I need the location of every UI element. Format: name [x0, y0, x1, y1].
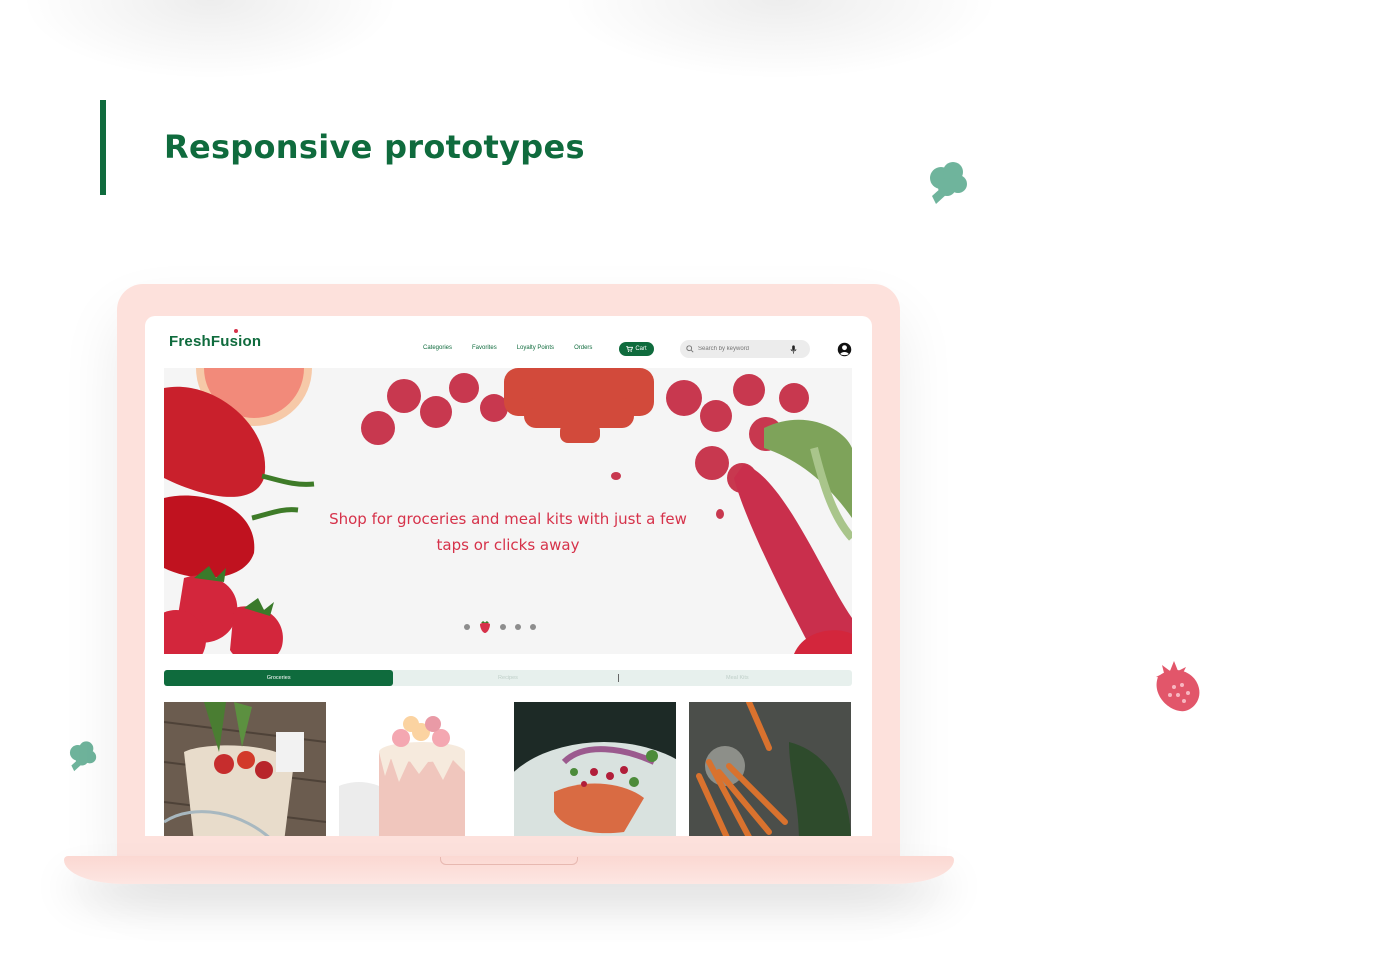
carousel-dot-3[interactable]	[500, 624, 506, 630]
cart-label: Cart	[635, 346, 647, 352]
tab-meal-kits[interactable]: Meal Kits	[623, 670, 852, 686]
product-cards	[164, 702, 852, 836]
nav-orders[interactable]: Orders	[574, 345, 592, 351]
card-layer-cake[interactable]	[339, 702, 501, 836]
cart-button[interactable]: Cart	[619, 342, 654, 356]
cart-icon	[626, 346, 634, 352]
card-salmon-dish[interactable]	[514, 702, 676, 836]
search-input[interactable]	[698, 346, 786, 352]
strawberry-icon	[1148, 655, 1204, 722]
tab-divider	[618, 674, 619, 682]
card-grocery-bag[interactable]	[164, 702, 326, 836]
logo-accent-dot	[234, 329, 238, 333]
site-logo[interactable]: FreshFusion	[169, 333, 261, 350]
top-shadow-right	[560, 0, 1000, 80]
grocery-bag-image	[164, 702, 326, 836]
tab-recipes[interactable]: Recipes	[393, 670, 622, 686]
profile-icon[interactable]	[837, 342, 852, 357]
microphone-icon[interactable]	[790, 344, 797, 354]
hero-banner: Shop for groceries and meal kits with ju…	[164, 368, 852, 654]
tab-groceries[interactable]: Groceries	[164, 670, 394, 686]
laptop-screen: FreshFusion Categories Favorites Loyalty…	[145, 316, 872, 836]
search-bar	[680, 340, 810, 358]
nav-categories[interactable]: Categories	[423, 345, 452, 351]
site-navbar: FreshFusion Categories Favorites Loyalty…	[145, 316, 872, 368]
salmon-dish-image	[514, 702, 676, 836]
broccoli-icon	[924, 160, 970, 213]
broccoli-icon	[65, 740, 99, 779]
layer-cake-image	[339, 702, 501, 836]
carousel-dot-1[interactable]	[464, 624, 470, 630]
nav-favorites[interactable]: Favorites	[472, 345, 497, 351]
carrots-image	[689, 702, 851, 836]
category-tabs: Groceries Recipes Meal Kits	[164, 670, 852, 686]
hero-tagline: Shop for groceries and meal kits with ju…	[164, 506, 852, 558]
card-carrots[interactable]	[689, 702, 851, 836]
carousel-dots	[464, 620, 536, 634]
carousel-dot-4[interactable]	[515, 624, 521, 630]
hero-tagline-line2: taps or clicks away	[436, 536, 580, 554]
search-icon	[686, 345, 694, 353]
nav-loyalty-points[interactable]: Loyalty Points	[517, 345, 554, 351]
laptop-notch	[440, 857, 578, 865]
hero-tagline-line1: Shop for groceries and meal kits with ju…	[329, 510, 687, 528]
carousel-dot-active-strawberry-icon[interactable]	[479, 620, 491, 634]
carousel-dot-5[interactable]	[530, 624, 536, 630]
heading-accent-bar	[100, 100, 106, 195]
page-title: Responsive prototypes	[164, 128, 585, 166]
top-shadow-left	[20, 0, 400, 80]
main-nav: Categories Favorites Loyalty Points Orde…	[423, 345, 592, 351]
